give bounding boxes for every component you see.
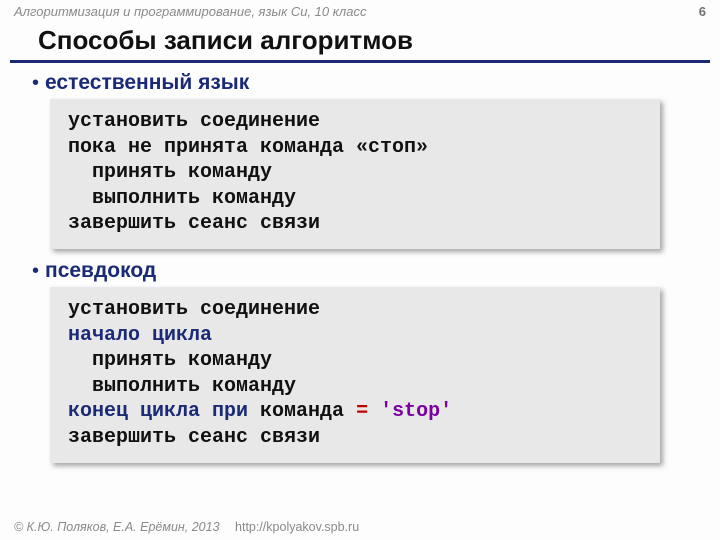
code-line: выполнить команду: [68, 187, 296, 210]
code-line: выполнить команду: [68, 375, 296, 398]
bullet-icon: •: [32, 261, 39, 281]
code-line: завершить сеанс связи: [68, 212, 320, 235]
header-bar: Алгоритмизация и программирование, язык …: [0, 0, 720, 21]
section-pseudocode: • псевдокод: [0, 259, 720, 283]
section-heading: псевдокод: [45, 259, 156, 283]
code-line: принять команду: [68, 161, 272, 184]
natural-language-code: установить соединение пока не принята ко…: [50, 99, 660, 249]
code-line: установить соединение: [68, 298, 320, 321]
code-keyword: начало цикла: [68, 324, 212, 347]
section-heading: естественный язык: [45, 71, 249, 95]
copyright-label: © К.Ю. Поляков, Е.А. Ерёмин, 2013: [14, 520, 220, 534]
page-number: 6: [699, 4, 706, 19]
code-line: принять команду: [68, 349, 272, 372]
code-text: [368, 400, 380, 423]
footer-url: http://kpolyakov.spb.ru: [235, 520, 359, 534]
pseudocode-code: установить соединение начало цикла приня…: [50, 287, 660, 463]
section-natural-language: • естественный язык: [0, 71, 720, 95]
page-title: Способы записи алгоритмов: [10, 21, 710, 63]
course-label: Алгоритмизация и программирование, язык …: [14, 4, 366, 19]
code-string: 'stop': [380, 400, 452, 423]
code-symbol: =: [356, 400, 368, 423]
footer: © К.Ю. Поляков, Е.А. Ерёмин, 2013 http:/…: [14, 520, 359, 534]
code-keyword: конец цикла при: [68, 400, 248, 423]
code-text: команда: [248, 400, 356, 423]
bullet-icon: •: [32, 73, 39, 93]
code-line: установить соединение: [68, 110, 320, 133]
code-line: пока не принята команда «стоп»: [68, 136, 428, 159]
code-line: завершить сеанс связи: [68, 426, 320, 449]
